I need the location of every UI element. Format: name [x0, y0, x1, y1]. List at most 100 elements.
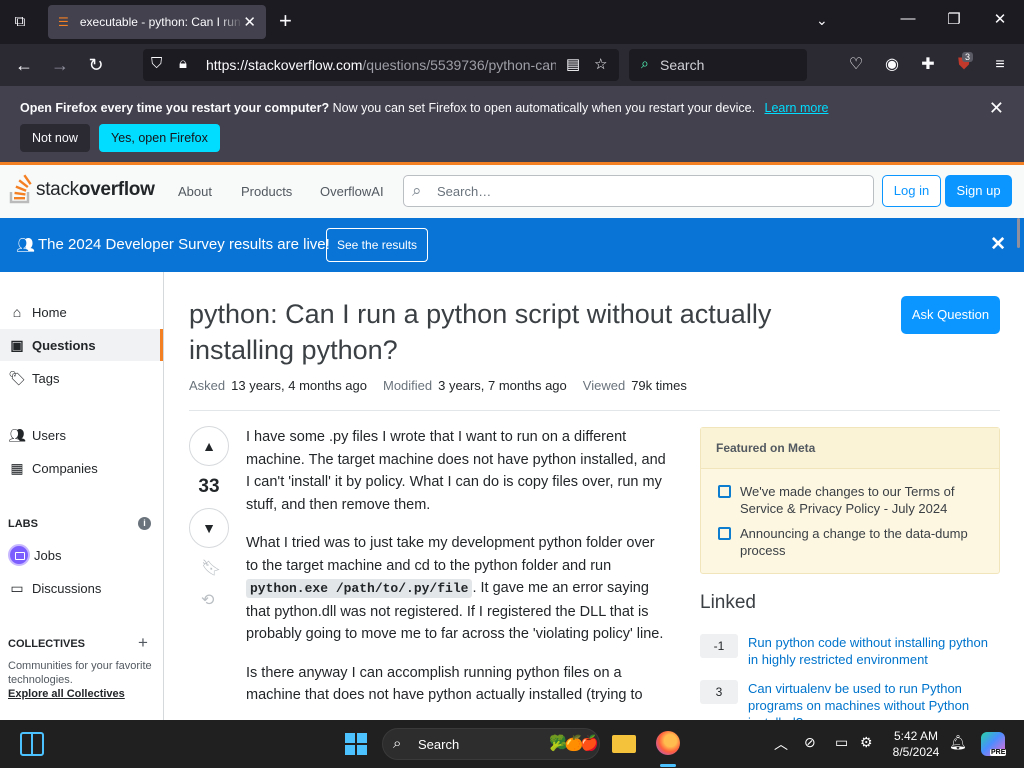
- body-paragraph: I have some .py files I wrote that I wan…: [246, 429, 666, 513]
- paragraph-text: What I tried was to just take my develop…: [246, 535, 655, 574]
- meta-chat-icon: [718, 485, 731, 498]
- linked-link[interactable]: Run python code without installing pytho…: [748, 634, 1000, 668]
- lock-icon[interactable]: 🔒︎: [179, 55, 187, 72]
- list-all-tabs-icon[interactable]: ⌄: [816, 12, 828, 29]
- sidebar-item-label: Jobs: [34, 547, 62, 563]
- nav-about[interactable]: About: [178, 184, 212, 199]
- home-icon: ⌂: [12, 304, 22, 320]
- sign-up-button[interactable]: Sign up: [945, 175, 1012, 207]
- taskbar-search[interactable]: ⌕ Search 🥦🍊🍎: [382, 728, 600, 760]
- sidebar-item-label: Companies: [32, 460, 98, 476]
- sidebar-item-home[interactable]: ⌂ Home: [0, 296, 163, 328]
- display-icon[interactable]: ▭: [835, 734, 848, 751]
- settings-icon[interactable]: ⚙︎: [860, 734, 873, 751]
- browser-search-bar[interactable]: ⌕ Search: [629, 49, 807, 81]
- copilot-preview-badge: PRE: [990, 749, 1007, 756]
- close-tab-icon[interactable]: ✕: [243, 13, 256, 31]
- survey-text: The 2024 Developer Survey results are li…: [38, 236, 330, 253]
- question-title[interactable]: python: Can I run a python script withou…: [189, 296, 829, 368]
- clock-time: 5:42 AM: [893, 729, 939, 743]
- so-search-input[interactable]: ⌕ Search…: [403, 175, 874, 207]
- downvote-button[interactable]: ▼: [189, 508, 229, 548]
- stackoverflow-logo[interactable]: stackoverflow: [8, 174, 155, 206]
- sidebar-item-discussions[interactable]: ▭ Discussions: [0, 572, 163, 604]
- sidebar-item-companies[interactable]: ▦ Companies: [0, 452, 163, 484]
- ask-question-button[interactable]: Ask Question: [901, 296, 1000, 334]
- account-icon[interactable]: ◉: [881, 54, 903, 76]
- default-browser-notice: Open Firefox every time you restart your…: [0, 86, 1024, 162]
- tab-title: executable - python: Can I run a python …: [79, 15, 244, 29]
- page-scrollbar[interactable]: [1017, 218, 1020, 248]
- info-icon[interactable]: i: [138, 517, 151, 530]
- body-paragraph: What I tried was to just take my develop…: [246, 532, 666, 646]
- pocket-icon[interactable]: ♡: [845, 54, 867, 76]
- sidebar-item-tags[interactable]: 🏷︎ Tags: [0, 362, 163, 394]
- firefox-view-icon[interactable]: ⧉: [10, 12, 30, 32]
- modified-label: Modified: [383, 378, 433, 393]
- network-off-icon[interactable]: ⊘: [804, 734, 816, 751]
- windows-start-icon[interactable]: [345, 733, 367, 755]
- active-app-indicator: [660, 764, 676, 767]
- upvote-button[interactable]: ▲: [189, 426, 229, 466]
- url-bar[interactable]: ⛉ 🔒︎ https://stackoverflow.com/questions…: [143, 49, 619, 81]
- bookmark-star-icon[interactable]: ☆: [594, 55, 607, 73]
- system-clock[interactable]: 5:42 AM 8/5/2024: [884, 728, 948, 760]
- collectives-heading: COLLECTIVES: [8, 638, 86, 650]
- notice-body: Now you can set Firefox to open automati…: [332, 101, 756, 115]
- see-results-button[interactable]: See the results: [326, 228, 429, 262]
- menu-icon[interactable]: ≡: [989, 54, 1011, 76]
- widgets-icon[interactable]: [20, 732, 44, 756]
- restore-icon[interactable]: ❐: [944, 10, 964, 28]
- linked-score: 3: [700, 680, 738, 704]
- sidebar-item-users[interactable]: 👥︎ Users: [0, 419, 163, 451]
- bookmark-icon[interactable]: 🔖︎: [201, 558, 221, 578]
- so-search-placeholder: Search…: [437, 184, 492, 199]
- plus-icon[interactable]: +: [138, 633, 148, 653]
- minimize-icon[interactable]: —: [898, 10, 918, 27]
- forward-icon[interactable]: →: [49, 54, 71, 76]
- sidebar-item-questions[interactable]: ▣ Questions: [0, 329, 163, 361]
- sidebar-item-jobs[interactable]: Jobs: [0, 539, 163, 571]
- people-icon: 👥︎: [16, 237, 36, 254]
- labs-heading: LABS: [8, 518, 38, 530]
- notification-bell-icon[interactable]: 🔔︎: [949, 734, 967, 751]
- history-icon[interactable]: ⟲: [201, 590, 214, 610]
- modified-value[interactable]: 3 years, 7 months ago: [438, 378, 567, 393]
- log-in-button[interactable]: Log in: [882, 175, 941, 207]
- taskbar-search-label: Search: [418, 737, 460, 752]
- show-hidden-icons-icon[interactable]: ︿: [774, 734, 788, 754]
- featured-item[interactable]: We've made changes to our Terms of Servi…: [701, 477, 999, 519]
- modified-info: Modified 3 years, 7 months ago: [383, 378, 567, 393]
- inline-code: python.exe /path/to/.py/file: [246, 579, 473, 598]
- left-sidebar: ⌂ Home ▣ Questions 🏷︎ Tags 👥︎ Users ▦ Co…: [0, 272, 164, 720]
- url-path: /questions/5539736/python-can-i-run-a-py…: [362, 57, 556, 73]
- featured-item[interactable]: Announcing a change to the data-dump pro…: [701, 519, 999, 561]
- not-now-button[interactable]: Not now: [20, 124, 90, 152]
- tracking-shield-icon[interactable]: ⛉: [151, 55, 162, 72]
- search-engine-icon: ⌕: [641, 55, 649, 71]
- browser-tab-active[interactable]: ☰ executable - python: Can I run a pytho…: [48, 5, 266, 39]
- nav-products[interactable]: Products: [241, 184, 292, 199]
- asked-label: Asked: [189, 378, 226, 393]
- close-banner-icon[interactable]: ✕: [990, 233, 1006, 256]
- linked-heading: Linked: [700, 592, 756, 613]
- close-window-icon[interactable]: ✕: [990, 10, 1010, 28]
- yes-open-firefox-button[interactable]: Yes, open Firefox: [99, 124, 220, 152]
- close-notice-icon[interactable]: ✕: [989, 98, 1004, 119]
- asked-info: Asked 13 years, 4 months ago: [189, 378, 367, 393]
- learn-more-link[interactable]: Learn more: [765, 101, 829, 115]
- back-icon[interactable]: ←: [13, 54, 35, 76]
- explore-collectives-link[interactable]: Explore all Collectives: [8, 688, 125, 700]
- stackoverflow-logo-icon: [9, 174, 32, 204]
- reload-icon[interactable]: ↻: [85, 54, 107, 76]
- nav-overflowai[interactable]: OverflowAI: [320, 184, 384, 199]
- asked-value[interactable]: 13 years, 4 months ago: [231, 378, 367, 393]
- tag-icon: 🏷︎: [8, 369, 26, 386]
- reader-view-icon[interactable]: ▤: [566, 55, 580, 73]
- url-text: https://stackoverflow.com/questions/5539…: [206, 57, 556, 73]
- file-explorer-icon[interactable]: [612, 735, 636, 753]
- new-tab-button[interactable]: +: [279, 10, 292, 32]
- linked-score: -1: [700, 634, 738, 658]
- extensions-icon[interactable]: ✚: [917, 54, 939, 76]
- firefox-taskbar-icon[interactable]: [656, 731, 680, 755]
